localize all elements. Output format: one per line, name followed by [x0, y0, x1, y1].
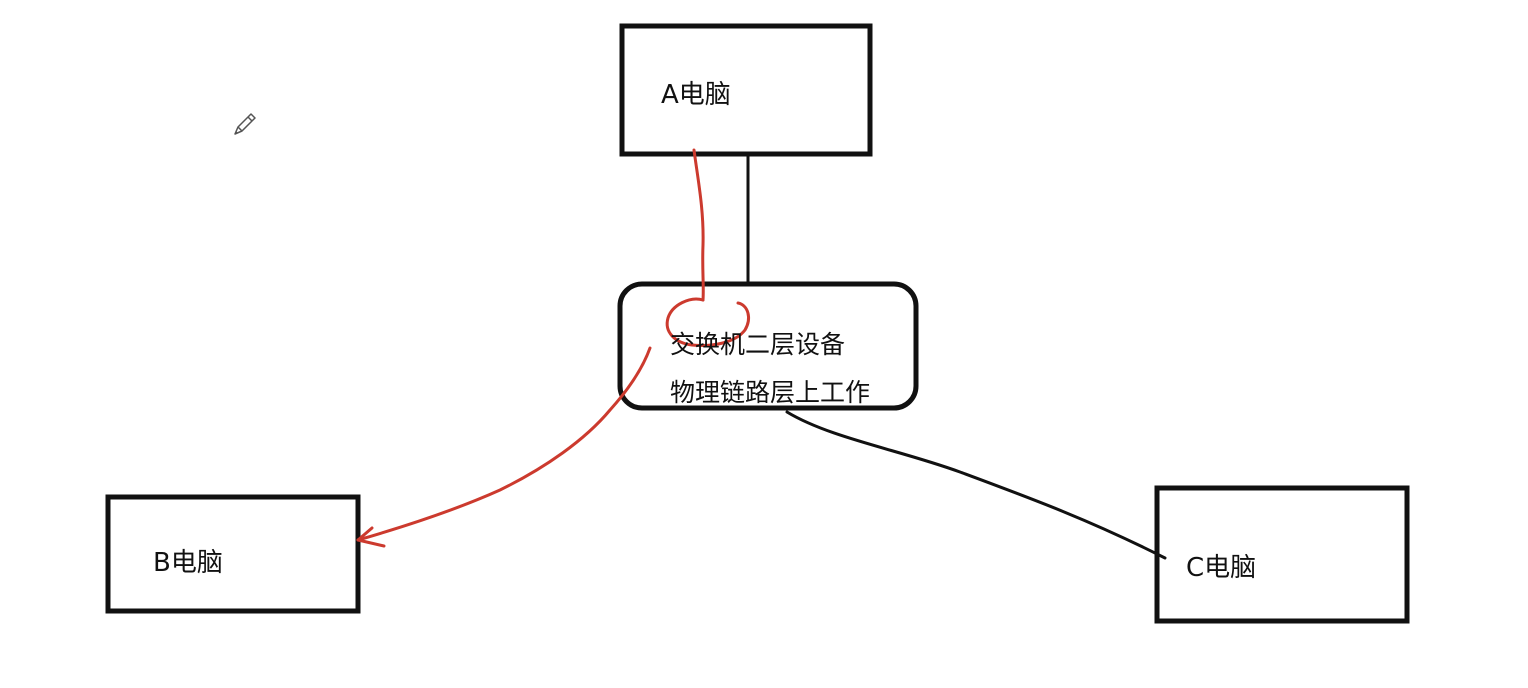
- computer-a-box: [619, 23, 873, 157]
- annotation-switch-to-b-stroke: [356, 346, 652, 542]
- computer-b-box: [105, 494, 361, 614]
- computer-a-label: A电脑: [661, 80, 731, 110]
- pencil-icon: [234, 113, 256, 135]
- link-switch-c: [785, 410, 1167, 560]
- computer-c-label: C电脑: [1186, 553, 1257, 583]
- switch-label-line2: 物理链路层上工作: [670, 378, 871, 407]
- annotation-a-down-stroke: [692, 148, 705, 302]
- computer-b-label: B电脑: [153, 548, 223, 578]
- switch-label-line1: 交换机二层设备: [670, 330, 846, 359]
